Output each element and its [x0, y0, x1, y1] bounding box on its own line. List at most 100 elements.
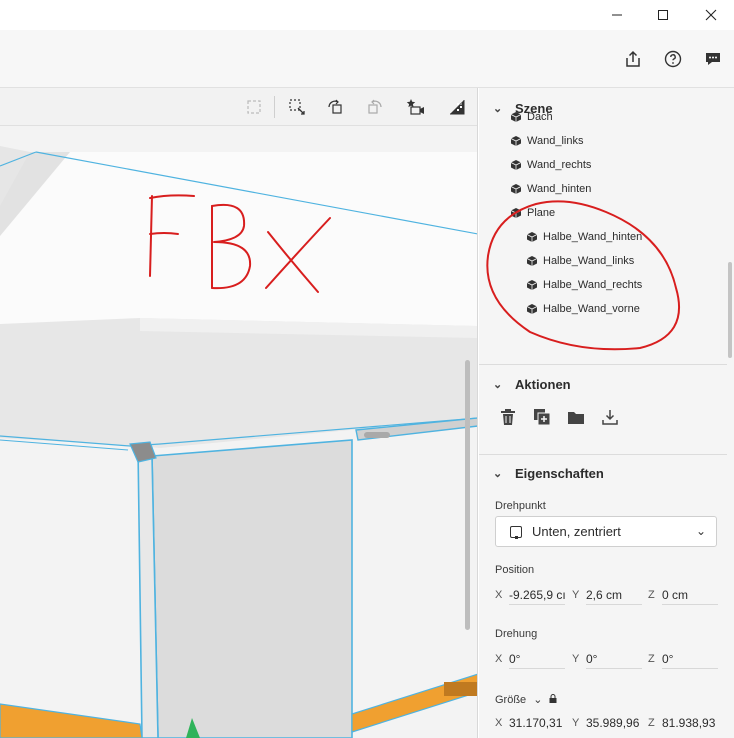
rotation-x-field[interactable]: 0°	[509, 649, 565, 669]
help-icon	[664, 50, 682, 68]
scene-tree-item[interactable]: Plane	[511, 202, 555, 224]
section-divider	[479, 364, 727, 365]
scene-tree-item-label: Halbe_Wand_links	[543, 255, 635, 267]
scene-tree-item-label: Wand_rechts	[527, 159, 592, 171]
redo-transform-icon	[368, 99, 382, 114]
position-label: Position	[495, 564, 535, 576]
position-x-field[interactable]: -9.265,9 cı	[509, 585, 565, 605]
trash-icon	[501, 409, 515, 425]
size-x-field[interactable]: 31.170,31 c	[509, 713, 565, 733]
render-button[interactable]	[444, 94, 470, 120]
3d-viewport[interactable]	[0, 88, 478, 738]
position-z-field[interactable]: 0 cm	[662, 585, 718, 605]
duplicate-button[interactable]	[531, 406, 553, 428]
mesh-cube-icon	[511, 136, 521, 146]
mesh-cube-icon	[511, 160, 521, 170]
position-x-axis: X	[495, 589, 503, 601]
mesh-cube-icon	[511, 184, 521, 194]
scene-tree-item[interactable]: Halbe_Wand_rechts	[527, 274, 642, 296]
mesh-cube-icon	[511, 208, 521, 218]
size-z-field[interactable]: 81.938,93	[662, 713, 718, 733]
size-y-field[interactable]: 35.989,96	[586, 713, 642, 733]
mesh-cube-icon	[527, 256, 537, 266]
pivot-label: Drehpunkt	[495, 500, 546, 512]
window-titlebar	[0, 0, 734, 30]
undo-transform-button[interactable]	[322, 94, 348, 120]
group-folder-button[interactable]	[565, 406, 587, 428]
download-icon	[602, 410, 618, 425]
mesh-cube-icon	[527, 280, 537, 290]
properties-panel: ⌄ Szene Dach Wand_links Wand_rechts Wand_hi…	[479, 88, 734, 738]
scene-tree-item-label: Halbe_Wand_rechts	[543, 279, 643, 291]
viewport-toolbar	[0, 88, 477, 126]
viewport-scrollbar[interactable]	[465, 360, 470, 630]
undo-transform-icon	[328, 99, 342, 114]
actions-title: Aktionen	[515, 376, 571, 392]
chevron-down-icon: ⌄	[493, 467, 503, 480]
size-label[interactable]: Größe ⌄	[495, 693, 557, 706]
scene-tree-item[interactable]: Wand_rechts	[511, 154, 591, 176]
share-button[interactable]	[618, 44, 648, 74]
frame-select-button[interactable]	[241, 94, 267, 120]
size-x-axis: X	[495, 717, 503, 729]
camera-bookmark-button[interactable]	[402, 94, 428, 120]
actions-section-header[interactable]: ⌄ Aktionen	[479, 366, 734, 402]
chevron-down-icon: ⌄	[533, 694, 543, 706]
size-z-axis: Z	[648, 717, 655, 729]
scene-render	[0, 126, 477, 738]
maximize-button[interactable]	[640, 0, 686, 30]
panel-scrollbar[interactable]	[728, 262, 732, 358]
chevron-down-icon: ⌄	[493, 102, 503, 115]
delete-button[interactable]	[497, 406, 519, 428]
folder-icon	[568, 412, 584, 424]
rotation-y-axis: Y	[572, 653, 580, 665]
rotation-z-field[interactable]: 0°	[662, 649, 718, 669]
share-icon	[626, 50, 640, 67]
maximize-icon	[658, 10, 668, 20]
scene-tree-item[interactable]: Wand_hinten	[511, 178, 591, 200]
camera-star-icon	[406, 99, 424, 115]
scene-tree-item-label: Wand_hinten	[527, 183, 592, 195]
rotation-y-field[interactable]: 0°	[586, 649, 642, 669]
scene-tree-item[interactable]: Wand_links	[511, 130, 583, 152]
scene-tree-item-label: Wand_links	[527, 135, 584, 147]
scene-tree-item-label: Halbe_Wand_vorne	[543, 303, 640, 315]
rotation-z-axis: Z	[648, 653, 655, 665]
pivot-dropdown[interactable]: Unten, zentriert ⌄	[495, 516, 717, 547]
mesh-cube-icon	[511, 112, 521, 122]
toolbar-divider	[274, 96, 275, 118]
scene-tree-item-label: Halbe_Wand_hinten	[543, 231, 643, 243]
minimize-button[interactable]	[594, 0, 640, 30]
size-y-axis: Y	[572, 717, 580, 729]
scene-tree-item[interactable]: Halbe_Wand_hinten	[527, 226, 642, 248]
size-label-text: Größe	[495, 694, 527, 706]
app-header	[0, 30, 734, 88]
scene-tree-item[interactable]: Halbe_Wand_vorne	[527, 298, 640, 320]
redo-transform-button[interactable]	[362, 94, 388, 120]
scene-tree-item-label: Dach	[527, 111, 553, 123]
lock-icon	[549, 694, 557, 703]
help-button[interactable]	[658, 44, 688, 74]
chevron-down-icon: ⌄	[493, 378, 503, 391]
mesh-cube-icon	[527, 232, 537, 242]
rotation-x-axis: X	[495, 653, 503, 665]
minimize-icon	[612, 14, 622, 16]
properties-section-header[interactable]: ⌄ Eigenschaften	[479, 455, 734, 491]
scene-tree-item-label: Plane	[527, 207, 556, 219]
comment-icon	[706, 53, 720, 65]
close-button[interactable]	[688, 0, 734, 30]
export-button[interactable]	[599, 406, 621, 428]
scene-tree-item[interactable]: Dach	[511, 106, 553, 128]
duplicate-icon	[534, 409, 551, 426]
transform-button[interactable]	[284, 94, 310, 120]
position-y-axis: Y	[572, 589, 580, 601]
pivot-value: Unten, zentriert	[532, 524, 621, 539]
comment-button[interactable]	[698, 44, 728, 74]
position-y-field[interactable]: 2,6 cm	[586, 585, 642, 605]
position-z-axis: Z	[648, 589, 655, 601]
rotation-label: Drehung	[495, 628, 538, 640]
scene-tree-item[interactable]: Halbe_Wand_links	[527, 250, 634, 272]
transform-icon	[289, 99, 305, 115]
mesh-cube-icon	[527, 304, 537, 314]
close-icon	[705, 9, 717, 21]
